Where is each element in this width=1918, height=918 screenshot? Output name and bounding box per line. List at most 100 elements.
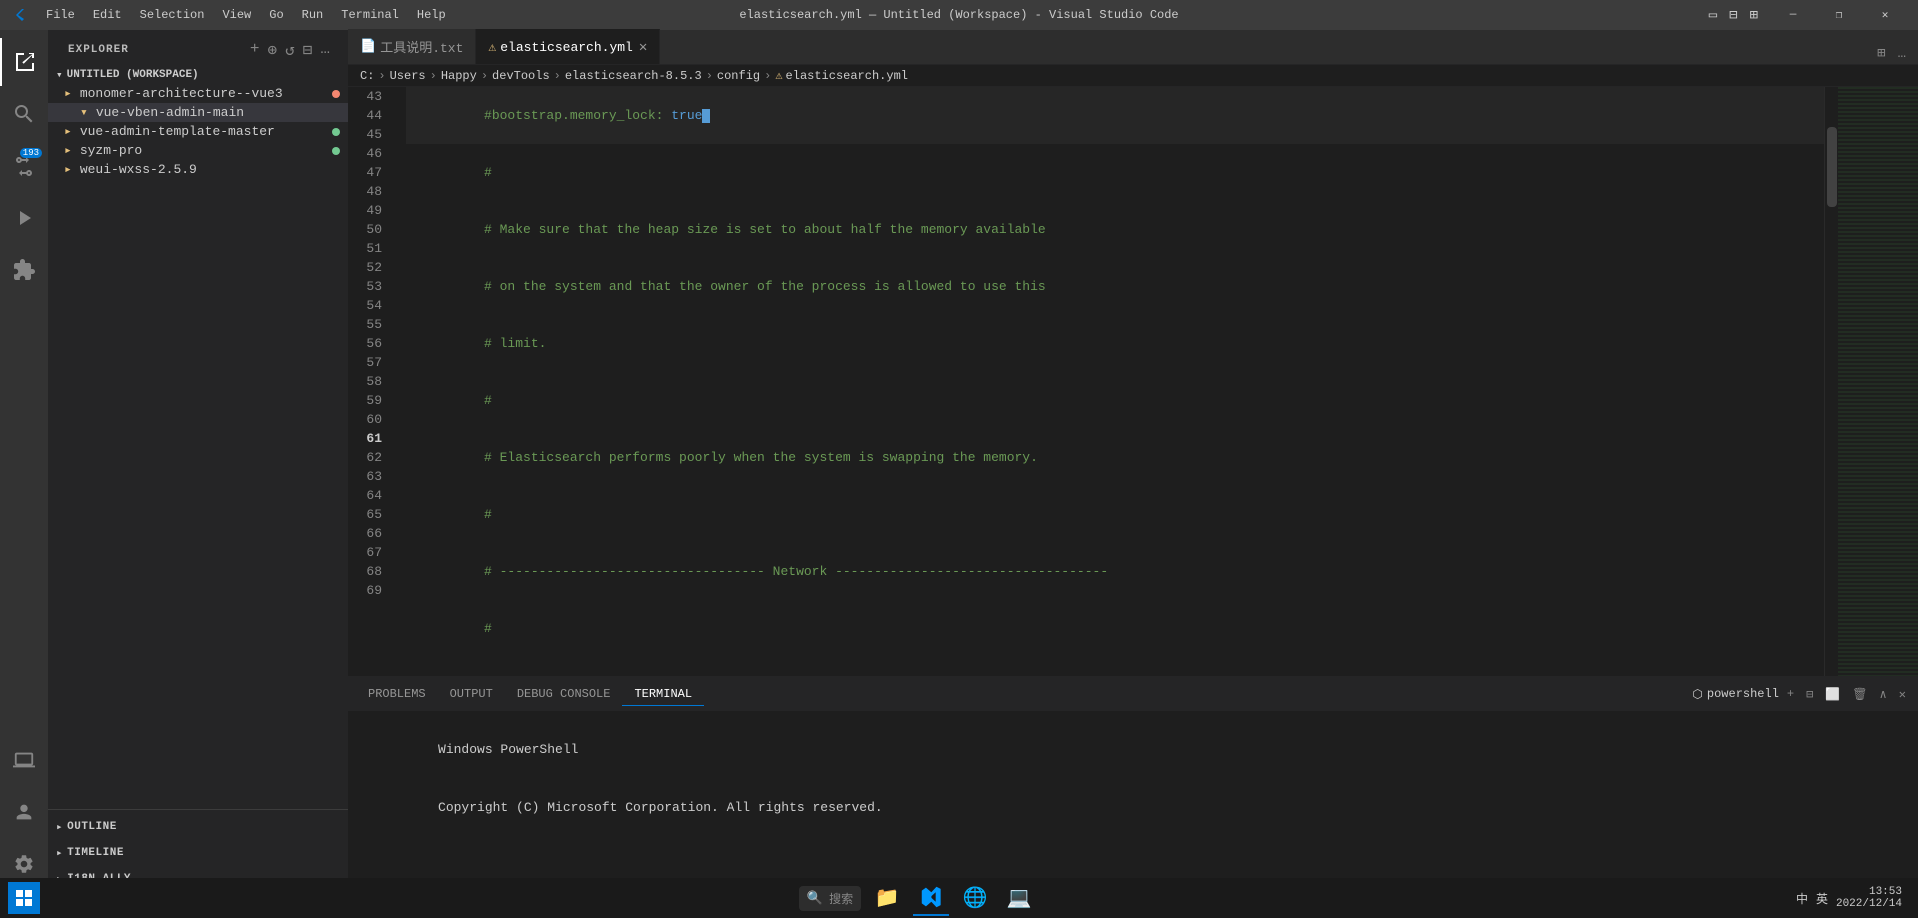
breadcrumb-filename[interactable]: elasticsearch.yml [786, 69, 908, 83]
restore-button[interactable]: ❐ [1816, 0, 1862, 30]
activity-remote[interactable] [0, 736, 48, 784]
menu-help[interactable]: Help [409, 6, 454, 24]
tree-item-vue-admin[interactable]: ▸ vue-admin-template-master [48, 122, 348, 141]
layout-icon-1[interactable]: ▭ [1705, 7, 1721, 24]
sidebar-refresh[interactable]: ↺ [283, 38, 297, 62]
activity-account[interactable] [0, 788, 48, 836]
modified-dot-green-2 [332, 147, 340, 155]
terminal-heading: Windows PowerShell [438, 742, 578, 757]
line-num-53: 53 [348, 277, 382, 296]
close-button[interactable]: ✕ [1862, 0, 1908, 30]
minimize-button[interactable]: — [1770, 0, 1816, 30]
code-line-44[interactable]: # [406, 144, 1824, 201]
terminal-line-copyright: Copyright (C) Microsoft Corporation. All… [360, 779, 1906, 838]
taskbar-file-explorer[interactable]: 📁 [869, 880, 905, 916]
code-line-53[interactable]: # By default Elasticsearch is only acces… [406, 657, 1824, 676]
windows-start[interactable] [8, 882, 40, 914]
line-num-66: 66 [348, 524, 382, 543]
activity-bottom [0, 736, 48, 896]
workspace-header[interactable]: ▾ UNTITLED (WORKSPACE) [48, 66, 348, 84]
code-line-46[interactable]: # on the system and that the owner of th… [406, 258, 1824, 315]
panel-right: ⬡ powershell + ⊟ ⬜ 🗑 ∧ ✕ [1692, 687, 1910, 702]
menu-go[interactable]: Go [261, 6, 291, 24]
sidebar-new-folder[interactable]: ⊕ [265, 38, 279, 62]
breadcrumb-happy[interactable]: Happy [441, 69, 477, 83]
taskbar-zh[interactable]: 中 [1796, 890, 1808, 907]
menu-view[interactable]: View [214, 6, 259, 24]
tab-elasticsearch-yml[interactable]: ⚠ elasticsearch.yml ✕ [476, 29, 660, 64]
panel-chevron-up[interactable]: ∧ [1876, 687, 1891, 702]
vscode-logo [10, 7, 26, 23]
panel-tab-terminal[interactable]: TERMINAL [622, 683, 704, 706]
more-actions-icon[interactable]: … [1894, 44, 1910, 64]
menu-file[interactable]: File [38, 6, 83, 24]
panel: PROBLEMS OUTPUT DEBUG CONSOLE TERMINAL ⬡… [348, 676, 1918, 896]
code-line-52[interactable]: # [406, 600, 1824, 657]
outline-label: OUTLINE [67, 821, 117, 833]
breadcrumb-config[interactable]: config [717, 69, 760, 83]
sidebar: EXPLORER + ⊕ ↺ ⊟ … ▾ UNTITLED (WORKSPACE… [48, 30, 348, 896]
modified-dot-green [332, 128, 340, 136]
breadcrumb-sep-5: › [706, 69, 713, 83]
panel-close[interactable]: ✕ [1895, 687, 1910, 702]
title-bar-left: File Edit Selection View Go Run Terminal… [10, 6, 454, 24]
activity-run[interactable] [0, 194, 48, 242]
menu-edit[interactable]: Edit [85, 6, 130, 24]
tab-label: 工具说明.txt [380, 37, 463, 56]
outline-section[interactable]: ▸ OUTLINE [48, 814, 348, 840]
activity-explorer[interactable] [0, 38, 48, 86]
code-line-49[interactable]: # Elasticsearch performs poorly when the… [406, 429, 1824, 486]
layout-icon-2[interactable]: ⊟ [1725, 7, 1741, 24]
activity-extensions[interactable] [0, 246, 48, 294]
code-line-43[interactable]: #bootstrap.memory_lock: true [406, 87, 1824, 144]
menu-selection[interactable]: Selection [132, 6, 213, 24]
tab-close-button[interactable]: ✕ [639, 39, 647, 56]
code-line-48[interactable]: # [406, 372, 1824, 429]
split-editor-icon[interactable]: ⊞ [1873, 43, 1889, 64]
tree-item-syzm[interactable]: ▸ syzm-pro [48, 141, 348, 160]
code-content[interactable]: #bootstrap.memory_lock: true # # Make su… [398, 87, 1824, 676]
panel-tab-output[interactable]: OUTPUT [438, 683, 505, 706]
menu-terminal[interactable]: Terminal [333, 6, 407, 24]
tree-item-weui[interactable]: ▸ weui-wxss-2.5.9 [48, 160, 348, 179]
taskbar-edge[interactable]: 🌐 [957, 880, 993, 916]
taskbar-en[interactable]: 英 [1816, 890, 1828, 907]
activity-search[interactable] [0, 90, 48, 138]
timeline-section[interactable]: ▸ TIMELINE [48, 840, 348, 866]
code-line-45[interactable]: # Make sure that the heap size is set to… [406, 201, 1824, 258]
panel-tab-debug[interactable]: DEBUG CONSOLE [505, 683, 623, 706]
taskbar-vscode[interactable] [913, 880, 949, 916]
search-bar[interactable]: 🔍 搜索 [799, 886, 861, 911]
code-line-50[interactable]: # [406, 486, 1824, 543]
taskbar-app[interactable]: 💻 [1001, 880, 1037, 916]
panel-split-terminal[interactable]: ⊟ [1802, 687, 1817, 702]
code-line-47[interactable]: # limit. [406, 315, 1824, 372]
tab-tools-txt[interactable]: 📄 工具说明.txt [348, 29, 476, 64]
sidebar-new-file[interactable]: + [248, 38, 262, 62]
breadcrumb-c[interactable]: C: [360, 69, 374, 83]
taskbar-clock[interactable]: 13:53 2022/12/14 [1836, 886, 1902, 910]
tree-item-vben[interactable]: ▾ vue-vben-admin-main [48, 103, 348, 122]
panel-maximize[interactable]: ⬜ [1821, 687, 1844, 702]
line-num-49: 49 [348, 201, 382, 220]
breadcrumb-elastic[interactable]: elasticsearch-8.5.3 [565, 69, 702, 83]
layout-icon-3[interactable]: ⊞ [1746, 7, 1762, 24]
scrollbar-thumb[interactable] [1827, 127, 1837, 207]
panel-tab-problems[interactable]: PROBLEMS [356, 683, 438, 706]
sidebar-more[interactable]: … [318, 38, 332, 62]
breadcrumb-devtools[interactable]: devTools [492, 69, 550, 83]
file-tree: ▾ UNTITLED (WORKSPACE) ▸ monomer-archite… [48, 66, 348, 809]
tab-bar-right: ⊞ … [1873, 43, 1918, 64]
code-line-51[interactable]: # ---------------------------------- Net… [406, 543, 1824, 600]
activity-source-control[interactable]: 193 [0, 142, 48, 190]
code-editor: 43 44 45 46 47 48 49 50 51 52 53 54 55 5… [348, 87, 1918, 676]
vertical-scrollbar[interactable] [1824, 87, 1838, 676]
breadcrumb-users[interactable]: Users [390, 69, 426, 83]
panel-trash[interactable]: 🗑 [1848, 687, 1871, 702]
title-bar: File Edit Selection View Go Run Terminal… [0, 0, 1918, 30]
breadcrumb-sep-1: › [378, 69, 385, 83]
sidebar-collapse[interactable]: ⊟ [301, 38, 315, 62]
menu-run[interactable]: Run [294, 6, 332, 24]
tree-item-monomer[interactable]: ▸ monomer-architecture--vue3 [48, 84, 348, 103]
panel-add-terminal[interactable]: + [1783, 687, 1798, 701]
